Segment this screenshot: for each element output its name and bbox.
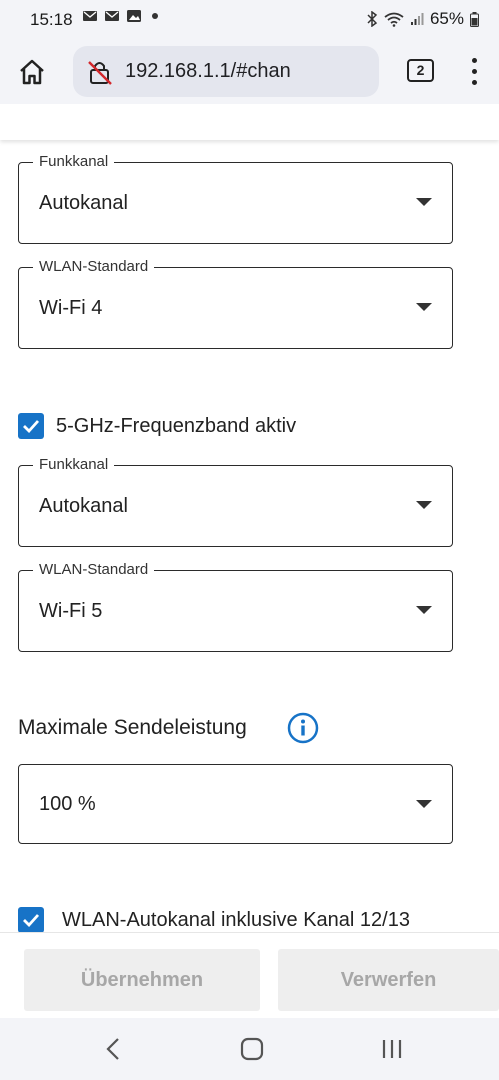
standard-legend: WLAN-Standard [33,258,155,275]
autochannel-checkbox-row[interactable]: WLAN-Autokanal inklusive Kanal 12/13 [18,907,410,932]
dropdown-arrow-icon [416,198,432,206]
band5-enable-checkbox-row[interactable]: 5-GHz-Frequenzband aktiv [18,413,296,439]
signal-icon [410,13,424,25]
mail-icon [105,11,119,21]
system-icons: 65% [366,9,479,29]
page-content: Funkkanal Autokanal WLAN-Standard Wi-Fi … [0,104,499,932]
band5-checkbox-label: 5-GHz-Frequenzband aktiv [56,414,297,437]
wlan-standard-select-24ghz[interactable]: WLAN-Standard Wi-Fi 4 [18,258,453,349]
card-top-edge [0,104,499,140]
home-nav-icon[interactable] [240,1036,264,1067]
system-navigation-bar [0,1018,499,1080]
channel-legend: Funkkanal [33,153,115,170]
insecure-lock-icon[interactable] [87,59,113,90]
dropdown-arrow-icon [416,501,432,509]
battery-icon [470,11,479,27]
transmit-power-select[interactable]: 100 % [18,764,453,844]
notification-icons [82,9,158,23]
browser-toolbar: 192.168.1.1/#chan 2 [0,40,499,104]
info-icon[interactable] [287,712,319,744]
discard-button[interactable]: Verwerfen [278,949,499,1011]
channel-value: Autokanal [39,495,128,517]
channel-select-5ghz[interactable]: Funkkanal Autokanal [18,456,453,547]
channel-value: Autokanal [39,192,128,214]
image-icon [127,10,141,22]
wlan-standard-select-5ghz[interactable]: WLAN-Standard Wi-Fi 5 [18,561,453,652]
back-icon[interactable] [104,1036,122,1067]
home-button[interactable] [14,54,50,90]
autochannel-checkbox[interactable] [18,907,44,932]
url-text: 192.168.1.1/#chan [125,60,291,82]
transmit-power-title: Maximale Sendeleistung [18,716,247,739]
autochannel-checkbox-label: WLAN-Autokanal inklusive Kanal 12/13 [62,908,410,931]
checkmark-icon [23,420,40,433]
bluetooth-icon [367,11,378,27]
status-bar: 15:18 65% [0,0,499,40]
transmit-power-value: 100 % [39,793,96,815]
mail-icon [83,11,97,21]
tab-switcher-button[interactable]: 2 [407,59,434,82]
standard-value: Wi-Fi 5 [39,600,103,622]
action-bar: Übernehmen Verwerfen [0,932,499,1018]
battery-percent: 65% [429,9,464,28]
dropdown-arrow-icon [416,303,432,311]
home-icon [20,59,44,85]
channel-legend: Funkkanal [33,456,115,473]
band5-checkbox[interactable] [18,413,44,439]
more-menu-button[interactable] [464,56,484,88]
more-notifications-dot-icon [152,13,158,19]
status-time: 15:18 [30,10,73,29]
standard-legend: WLAN-Standard [33,561,155,578]
checkmark-icon [23,914,40,927]
standard-value: Wi-Fi 4 [39,297,103,319]
channel-select-24ghz[interactable]: Funkkanal Autokanal [18,153,453,244]
dropdown-arrow-icon [416,800,432,808]
dropdown-arrow-icon [416,606,432,614]
wifi-icon [384,12,404,27]
apply-button[interactable]: Übernehmen [24,949,260,1011]
address-bar[interactable]: 192.168.1.1/#chan [73,46,379,97]
recent-apps-icon[interactable] [380,1036,404,1067]
